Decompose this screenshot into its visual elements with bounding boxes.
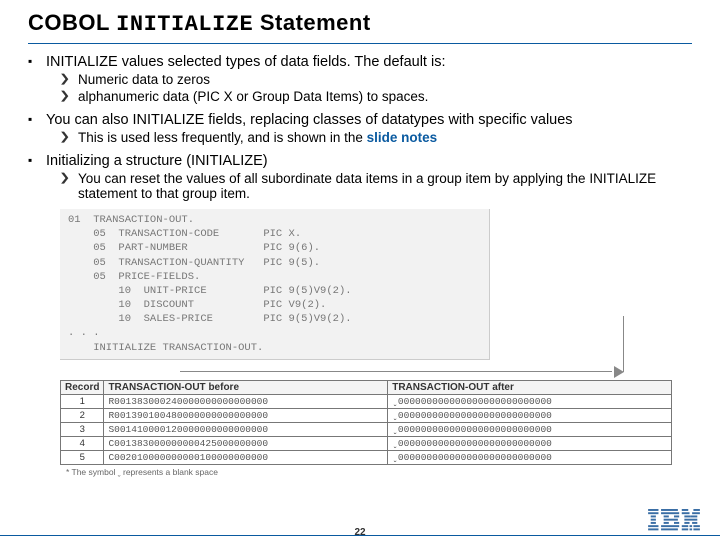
bullet-1-sub-0-a: This is used less frequently, and is sho… bbox=[78, 130, 363, 145]
table-row: 1 R001383000240000000000000000 ˬ00000000… bbox=[61, 394, 672, 408]
th-after: TRANSACTION-OUT after bbox=[388, 380, 672, 394]
ibm-logo-icon bbox=[648, 509, 700, 536]
bullet-2-sub-0: You can reset the values of all subordin… bbox=[46, 171, 692, 201]
title-pre: COBOL bbox=[28, 10, 110, 35]
before-after-table: Record TRANSACTION-OUT before TRANSACTIO… bbox=[60, 380, 672, 477]
table-row: 3 S001410000120000000000000000 ˬ00000000… bbox=[61, 422, 672, 436]
title-keyword: INITIALIZE bbox=[116, 12, 253, 37]
title-post: Statement bbox=[260, 10, 371, 35]
table-head-row: Record TRANSACTION-OUT before TRANSACTIO… bbox=[61, 380, 672, 394]
bullet-0: INITIALIZE values selected types of data… bbox=[28, 54, 692, 104]
code-sample: 01 TRANSACTION-OUT. 05 TRANSACTION-CODE … bbox=[60, 209, 490, 360]
bullet-0-text: INITIALIZE values selected types of data… bbox=[46, 54, 446, 70]
page-number: 22 bbox=[354, 527, 365, 538]
bullet-1-sub-0: This is used less frequently, and is sho… bbox=[46, 130, 692, 145]
table-row: 4 C001383000000000425000000000 ˬ00000000… bbox=[61, 436, 672, 450]
bullet-1-text: You can also INITIALIZE fields, replacin… bbox=[46, 112, 573, 128]
table-row: 5 C002010000000000100000000000 ˬ00000000… bbox=[61, 450, 672, 464]
table-row: 2 R001390100480000000000000000 ˬ00000000… bbox=[61, 408, 672, 422]
bullet-1: You can also INITIALIZE fields, replacin… bbox=[28, 112, 692, 145]
bullet-2-text: Initializing a structure (INITIALIZE) bbox=[46, 153, 268, 169]
table-footnote: * The symbol ˬ represents a blank space bbox=[66, 467, 672, 477]
arrow-icon bbox=[60, 366, 682, 378]
th-record: Record bbox=[61, 380, 104, 394]
slide-title: COBOL INITIALIZE Statement bbox=[28, 10, 692, 44]
bullet-2: Initializing a structure (INITIALIZE) Yo… bbox=[28, 153, 692, 201]
bullet-list: INITIALIZE values selected types of data… bbox=[28, 54, 692, 201]
th-before: TRANSACTION-OUT before bbox=[104, 380, 388, 394]
bullet-0-sub-0: Numeric data to zeros bbox=[46, 72, 692, 87]
bullet-0-sub-1: alphanumeric data (PIC X or Group Data I… bbox=[46, 89, 692, 104]
slide-notes-link[interactable]: slide notes bbox=[367, 130, 438, 145]
